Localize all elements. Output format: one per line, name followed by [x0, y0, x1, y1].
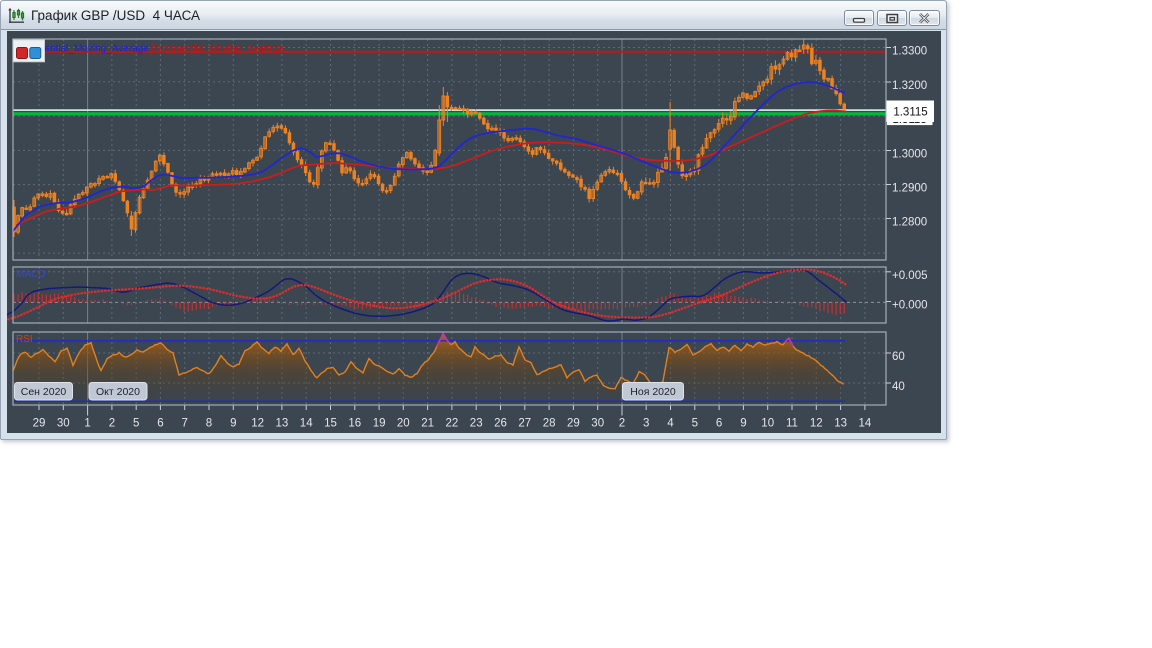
- svg-text:12: 12: [810, 418, 823, 430]
- svg-text:29: 29: [567, 418, 580, 430]
- svg-text:26: 26: [494, 418, 507, 430]
- svg-text:15: 15: [324, 418, 337, 430]
- svg-text:3: 3: [643, 418, 649, 430]
- svg-text:Сен 2020: Сен 2020: [21, 386, 67, 398]
- svg-text:8: 8: [206, 418, 212, 430]
- svg-text:19: 19: [373, 418, 386, 430]
- svg-text:60: 60: [892, 351, 905, 363]
- svg-text:2: 2: [619, 418, 625, 430]
- svg-text:Ноя 2020: Ноя 2020: [630, 386, 676, 398]
- svg-text:30: 30: [591, 418, 604, 430]
- svg-text:ential_Moving_Average: ential_Moving_Average: [45, 44, 150, 55]
- svg-text:2: 2: [109, 418, 115, 430]
- svg-text:1: 1: [84, 418, 90, 430]
- svg-text:11: 11: [786, 418, 798, 430]
- svg-text:14: 14: [859, 418, 872, 430]
- svg-text:10: 10: [761, 418, 774, 430]
- svg-text:16: 16: [348, 418, 361, 430]
- svg-text:+0.005: +0.005: [892, 270, 928, 282]
- svg-text:1.2900: 1.2900: [892, 183, 927, 195]
- svg-text:1.2800: 1.2800: [892, 217, 927, 229]
- svg-text:29: 29: [33, 418, 46, 430]
- svg-text:5: 5: [133, 418, 139, 430]
- svg-text:22: 22: [446, 418, 459, 430]
- svg-text:28: 28: [543, 418, 556, 430]
- svg-text:7: 7: [181, 418, 187, 430]
- svg-text:13: 13: [276, 418, 289, 430]
- svg-text:23: 23: [470, 418, 483, 430]
- svg-text:20: 20: [397, 418, 410, 430]
- svg-text:40: 40: [892, 381, 905, 393]
- svg-text:Окт 2020: Окт 2020: [96, 386, 140, 398]
- svg-text:1.3000: 1.3000: [892, 149, 927, 161]
- svg-text:6: 6: [716, 418, 722, 430]
- svg-text:30: 30: [57, 418, 70, 430]
- svg-text:RSI: RSI: [16, 334, 33, 345]
- svg-text:27: 27: [518, 418, 531, 430]
- svg-text:1.3200: 1.3200: [892, 80, 927, 92]
- svg-text:MACD: MACD: [16, 269, 45, 280]
- svg-text:9: 9: [230, 418, 236, 430]
- svg-text:13: 13: [834, 418, 847, 430]
- svg-text:21: 21: [421, 418, 434, 430]
- svg-text:Exponential_Moving_Average: Exponential_Moving_Average: [151, 44, 284, 55]
- svg-text:9: 9: [740, 418, 746, 430]
- svg-text:4: 4: [667, 418, 674, 430]
- svg-text:5: 5: [692, 418, 698, 430]
- svg-text:1.3300: 1.3300: [892, 46, 927, 58]
- svg-text:+0.000: +0.000: [892, 300, 928, 312]
- svg-text:1.3115: 1.3115: [893, 107, 927, 119]
- svg-text:6: 6: [157, 418, 163, 430]
- svg-text:14: 14: [300, 418, 313, 430]
- svg-text:12: 12: [251, 418, 264, 430]
